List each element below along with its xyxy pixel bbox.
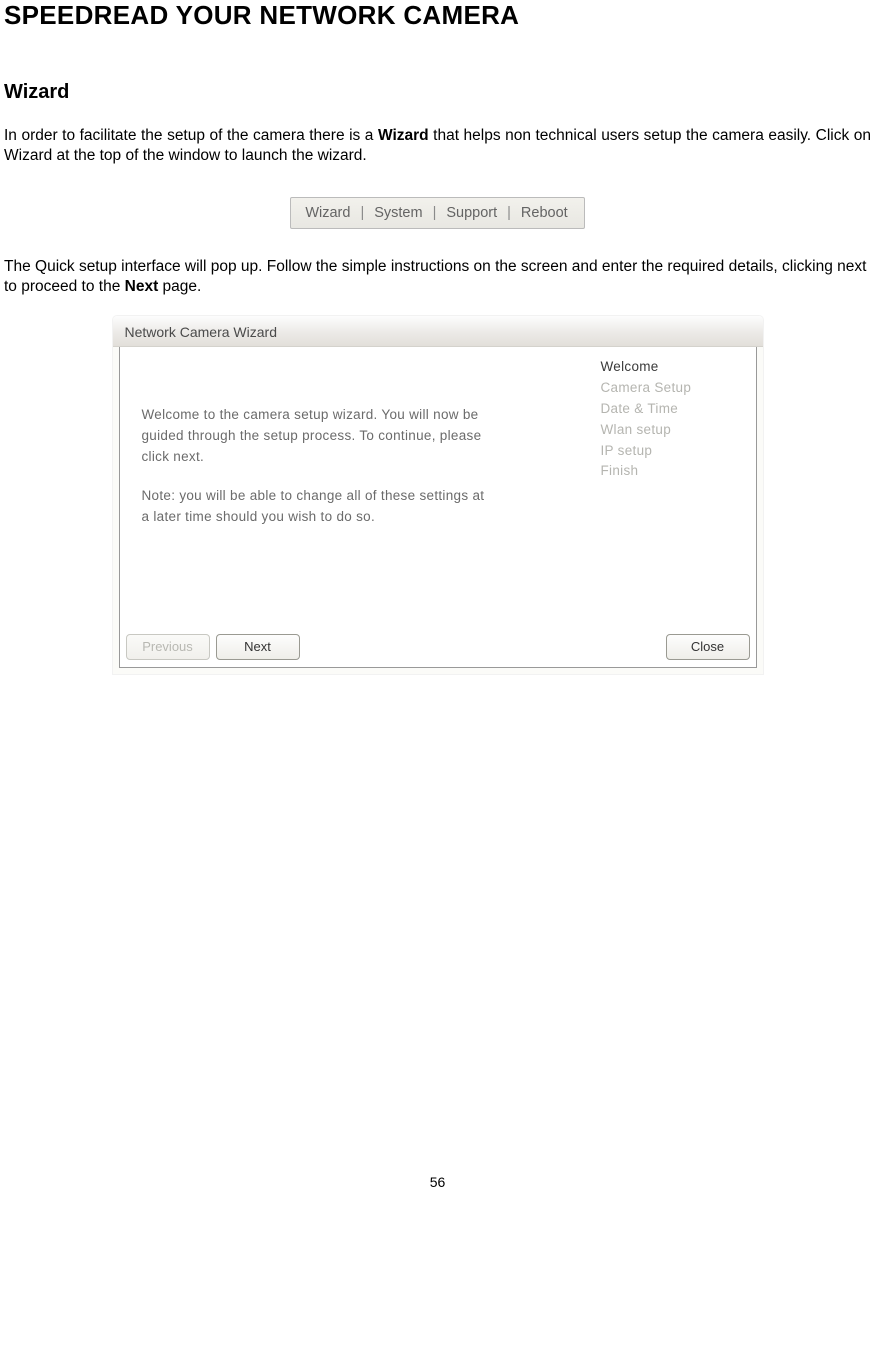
wizard-steps: Welcome Camera Setup Date & Time Wlan se… [597, 347, 756, 629]
wizard-welcome-p1: Welcome to the camera setup wizard. You … [142, 405, 492, 468]
menu-separator: | [360, 205, 364, 221]
wizard-step-finish: Finish [601, 461, 746, 482]
wizard-step-ip-setup: IP setup [601, 441, 746, 462]
second-paragraph: The Quick setup interface will pop up. F… [4, 257, 871, 298]
top-menubar: Wizard | System | Support | Reboot [290, 197, 584, 229]
wizard-main: Welcome to the camera setup wizard. You … [120, 347, 756, 629]
close-button[interactable]: Close [666, 634, 750, 660]
wizard-step-date-time: Date & Time [601, 399, 746, 420]
menu-reboot[interactable]: Reboot [521, 205, 568, 221]
menu-separator: | [507, 205, 511, 221]
button-spacer [306, 634, 660, 660]
intro-bold: Wizard [378, 127, 429, 144]
wizard-step-wlan-setup: Wlan setup [601, 420, 746, 441]
section-heading: Wizard [4, 81, 871, 104]
wizard-welcome-p2: Note: you will be able to change all of … [142, 486, 492, 528]
previous-button: Previous [126, 634, 210, 660]
page-number: 56 [4, 1174, 871, 1190]
menu-system[interactable]: System [374, 205, 422, 221]
wizard-titlebar: Network Camera Wizard [113, 316, 763, 347]
para2-bold: Next [125, 278, 159, 295]
menu-support[interactable]: Support [446, 205, 497, 221]
intro-paragraph: In order to facilitate the setup of the … [4, 126, 871, 167]
intro-pre: In order to facilitate the setup of the … [4, 127, 378, 144]
menu-separator: | [433, 205, 437, 221]
page-title: SPEEDREAD YOUR NETWORK CAMERA [4, 0, 871, 31]
menubar-screenshot: Wizard | System | Support | Reboot [4, 197, 871, 229]
next-button[interactable]: Next [216, 634, 300, 660]
menu-wizard[interactable]: Wizard [305, 205, 350, 221]
wizard-step-camera-setup: Camera Setup [601, 378, 746, 399]
wizard-step-welcome: Welcome [601, 357, 746, 378]
wizard-content: Welcome to the camera setup wizard. You … [120, 347, 597, 629]
wizard-screenshot: Network Camera Wizard Welcome to the cam… [4, 316, 871, 674]
wizard-body: Welcome to the camera setup wizard. You … [119, 347, 757, 668]
wizard-window: Network Camera Wizard Welcome to the cam… [113, 316, 763, 674]
wizard-button-row: Previous Next Close [120, 629, 756, 667]
para2-post: page. [158, 278, 201, 295]
